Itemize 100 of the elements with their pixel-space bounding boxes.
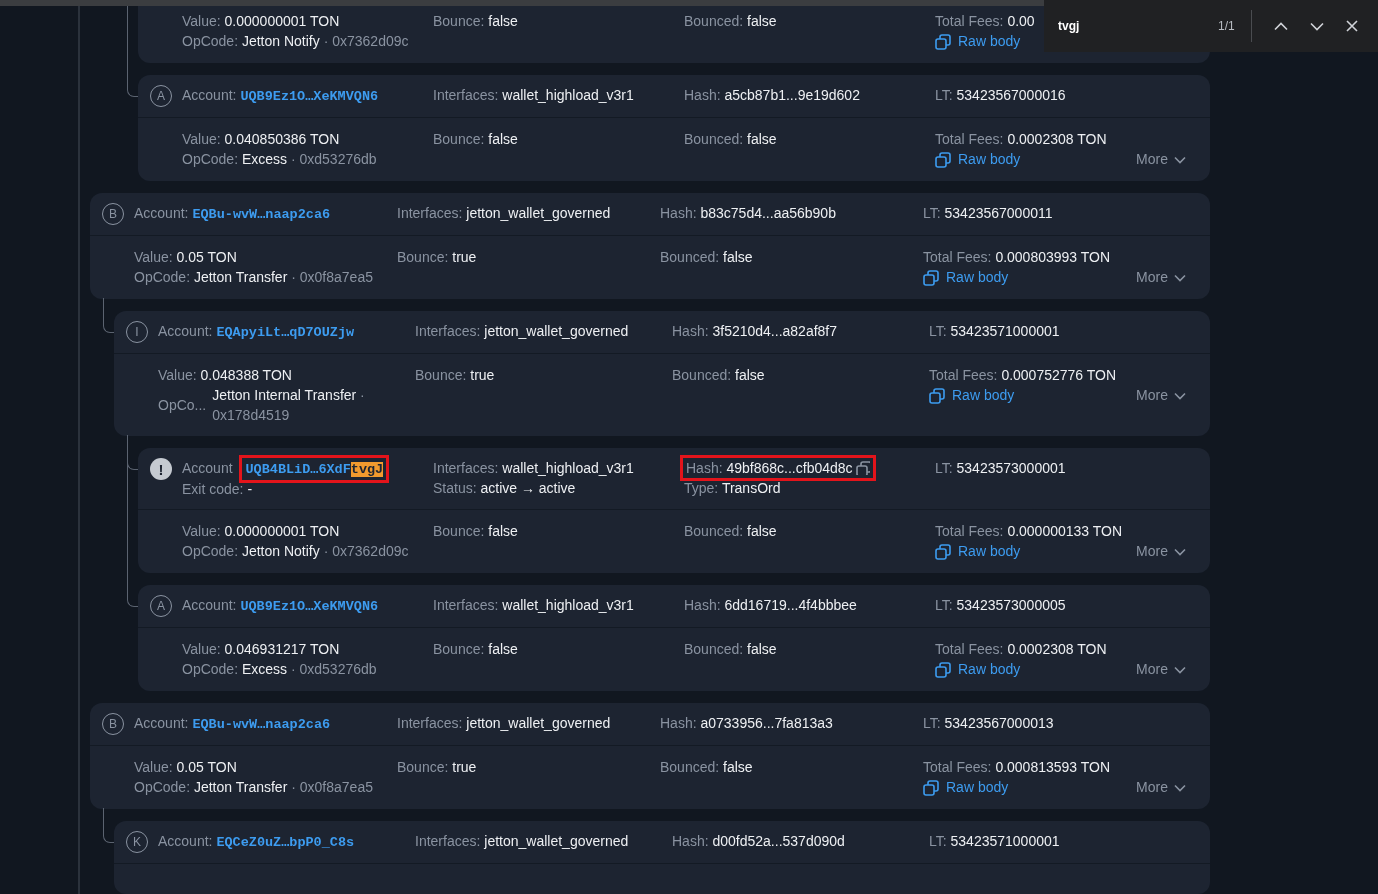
account-link[interactable]: EQApyiLt…qD7OUZjw xyxy=(216,325,355,340)
field-value: false xyxy=(747,13,777,29)
copy-icon xyxy=(935,33,951,50)
account-link[interactable]: UQB4BLiD…6XdFtvgJ xyxy=(245,462,384,477)
field-value: Jetton Internal Transfer · 0x178d4519 xyxy=(212,386,366,425)
field-value: 49bf868c...cfb04d8c xyxy=(726,460,853,476)
account-link[interactable]: UQB9Ez1O…XeKMVQN6 xyxy=(240,89,379,104)
field-value: 0.00 xyxy=(1007,13,1035,29)
field-value: true xyxy=(452,759,477,775)
field-label: Value: xyxy=(158,367,197,383)
field-label: OpCode: xyxy=(134,269,191,285)
find-input[interactable]: tvgj xyxy=(1058,17,1218,35)
field-value: 0.05 TON xyxy=(176,759,237,775)
field-label: LT: xyxy=(929,833,947,849)
raw-body-link[interactable]: Raw body xyxy=(935,659,1021,680)
field-value: 0.0002308 TON xyxy=(1007,131,1107,147)
field-label: Total Fees: xyxy=(923,249,992,265)
field-label: Value: xyxy=(134,249,173,265)
field-label: Hash: xyxy=(672,833,709,849)
field-label: Value: xyxy=(134,759,173,775)
field-value: false xyxy=(747,641,777,657)
field-label: OpCode: xyxy=(182,33,239,49)
raw-body-link[interactable]: Raw body xyxy=(935,149,1021,170)
field-label: Account: xyxy=(158,323,213,339)
field-label: Bounced: xyxy=(660,249,720,265)
account-link[interactable]: UQB9Ez1O…XeKMVQN6 xyxy=(240,599,379,614)
more-button[interactable]: More xyxy=(1136,659,1186,680)
field-label: Bounce: xyxy=(397,249,449,265)
close-icon xyxy=(1346,20,1359,32)
field-label: Total Fees: xyxy=(935,13,1004,29)
field-value: 53423567000011 xyxy=(944,205,1053,221)
field-label: Bounce: xyxy=(433,131,485,147)
field-label: Value: xyxy=(182,131,221,147)
field-value: 0.048388 TON xyxy=(200,367,292,383)
more-button[interactable]: More xyxy=(1136,777,1186,798)
account-link[interactable]: EQCeZ0uZ…bpP0_C8s xyxy=(216,835,355,850)
field-value: 0.000803993 TON xyxy=(995,249,1111,265)
field-label: LT: xyxy=(935,460,953,476)
copy-icon xyxy=(923,269,939,286)
raw-body-link[interactable]: Raw body xyxy=(929,385,1015,406)
field-label: Bounce: xyxy=(433,641,485,657)
field-label: LT: xyxy=(935,597,953,613)
field-value: Excess · 0xd53276db xyxy=(241,151,377,167)
raw-body-link[interactable]: Raw body xyxy=(935,541,1021,562)
copy-icon xyxy=(923,779,939,796)
field-value: a0733956...7fa813a3 xyxy=(700,715,833,731)
field-value: false xyxy=(723,249,753,265)
field-value: 53423567000013 xyxy=(944,715,1054,731)
field-label: Bounced: xyxy=(660,759,720,775)
copy-icon xyxy=(935,151,951,168)
field-value: 0.000000133 TON xyxy=(1007,523,1123,539)
field-value: TransOrd xyxy=(721,480,781,496)
chevron-down-icon xyxy=(1174,155,1186,164)
more-button[interactable]: More xyxy=(1136,541,1186,562)
account-link[interactable]: EQBu-wvW…naap2ca6 xyxy=(192,207,331,222)
field-value: wallet_highload_v3r1 xyxy=(502,460,634,476)
field-value: d00fd52a...537d090d xyxy=(712,833,845,849)
raw-body-link[interactable]: Raw body xyxy=(923,267,1009,288)
field-value: true xyxy=(452,249,477,265)
field-value: 53423571000001 xyxy=(950,323,1060,339)
more-button[interactable]: More xyxy=(1136,149,1186,170)
account-link[interactable]: EQBu-wvW…naap2ca6 xyxy=(192,717,331,732)
field-label: Interfaces: xyxy=(397,205,463,221)
field-value: 3f5210d4...a82af8f7 xyxy=(712,323,838,339)
alert-marker: ! xyxy=(150,458,172,480)
field-value: wallet_highload_v3r1 xyxy=(502,597,634,613)
raw-body-link[interactable]: Raw body xyxy=(923,777,1009,798)
field-value: false xyxy=(488,131,518,147)
chevron-down-icon xyxy=(1309,21,1324,31)
search-highlight: tvgJ xyxy=(350,462,384,477)
field-label: Bounce: xyxy=(433,13,485,29)
field-label: Total Fees: xyxy=(935,641,1004,657)
field-value: 0.000000001 TON xyxy=(224,523,340,539)
more-button[interactable]: More xyxy=(1136,267,1186,288)
field-value: 0.000752776 TON xyxy=(1001,367,1117,383)
match-count: 1/1 xyxy=(1218,18,1235,35)
field-label: Interfaces: xyxy=(415,833,481,849)
field-label: OpCode: xyxy=(182,543,239,559)
field-label: Exit code: xyxy=(182,481,244,497)
field-label: Hash: xyxy=(684,597,721,613)
field-label: Account: xyxy=(182,87,237,103)
field-value: 0.0002308 TON xyxy=(1007,641,1107,657)
chevron-down-icon xyxy=(1174,547,1186,556)
raw-body-link[interactable]: Raw body xyxy=(935,31,1021,52)
field-value: false xyxy=(488,641,518,657)
field-label: Interfaces: xyxy=(433,597,499,613)
field-label: Total Fees: xyxy=(935,523,1004,539)
more-button[interactable]: More xyxy=(1136,385,1186,406)
field-value: a5cb87b1...9e19d602 xyxy=(724,87,860,103)
field-label: Interfaces: xyxy=(433,87,499,103)
field-label: Bounce: xyxy=(415,367,467,383)
field-value: false xyxy=(747,523,777,539)
field-label: Bounce: xyxy=(397,759,449,775)
field-label: LT: xyxy=(923,205,941,221)
field-label: Status: xyxy=(433,480,477,496)
field-label: Interfaces: xyxy=(397,715,463,731)
field-value: Jetton Notify · 0x7362d09c xyxy=(241,33,409,49)
field-value: 53423573000001 xyxy=(956,460,1066,476)
field-label: OpCode: xyxy=(182,151,239,167)
field-label: Interfaces: xyxy=(433,460,499,476)
